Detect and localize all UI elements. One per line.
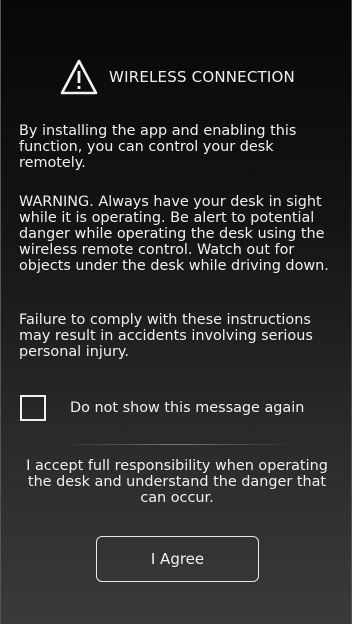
info-paragraph: By installing the app and enabling this …: [19, 123, 297, 171]
dont-show-again-label[interactable]: Do not show this message again: [70, 400, 304, 416]
dialog-header: WIRELESS CONNECTION: [1, 58, 351, 96]
warning-paragraph: WARNING. Always have your desk in sight …: [19, 194, 329, 274]
divider: [59, 444, 295, 445]
wireless-warning-screen: WIRELESS CONNECTION By installing the ap…: [0, 0, 352, 624]
warning-triangle-icon: [59, 58, 99, 96]
agree-button[interactable]: I Agree: [96, 536, 259, 582]
dialog-title: WIRELESS CONNECTION: [109, 68, 295, 86]
failure-paragraph: Failure to comply with these instruction…: [19, 312, 313, 360]
dont-show-again-checkbox[interactable]: [20, 395, 46, 421]
acceptance-text: I accept full responsibility when operat…: [26, 458, 328, 506]
dont-show-again-row[interactable]: Do not show this message again: [19, 392, 341, 424]
